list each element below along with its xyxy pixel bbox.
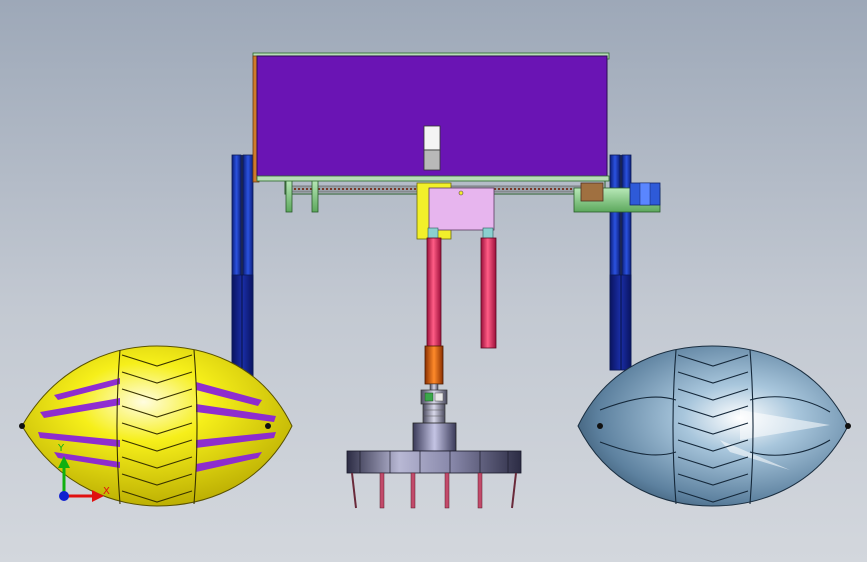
cutter-disc: [346, 450, 522, 474]
cad-viewport[interactable]: X Y: [0, 0, 867, 562]
cutter-hub: [412, 422, 457, 452]
control-box: [252, 52, 610, 183]
right-cylinder: [480, 237, 497, 349]
mechanism-model: [19, 52, 851, 509]
cutter-tines: [351, 472, 517, 509]
axis-y-label: Y: [58, 443, 65, 454]
left-cylinder: [424, 237, 444, 393]
left-frame-post: [231, 154, 254, 386]
carriage: [416, 182, 495, 241]
spindle-coupling: [420, 389, 448, 425]
axis-x-label: X: [103, 486, 110, 497]
right-frame-post: [609, 154, 632, 371]
